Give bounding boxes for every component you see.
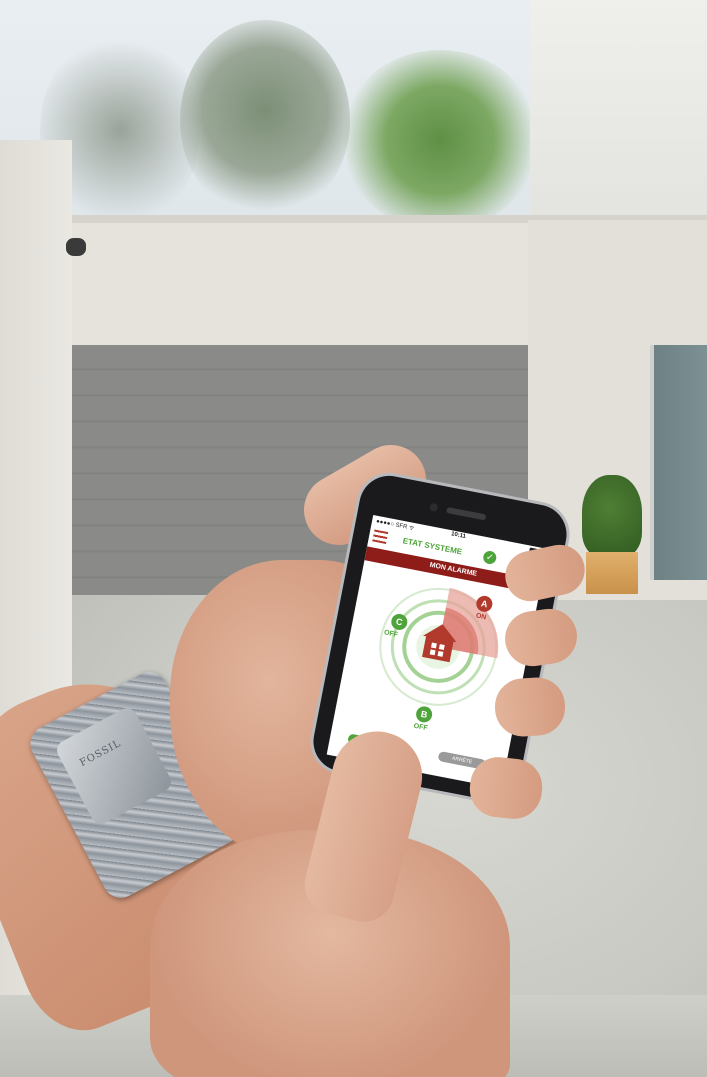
entry-door — [650, 345, 707, 580]
house-upper-wall — [530, 0, 707, 220]
planter-pot — [586, 552, 638, 594]
photo-scene: FOSSIL ●●●●○ SFR ᯤ 10:11 ETAT SYSTEME ✓ … — [0, 0, 707, 1077]
status-time: 10:11 — [450, 531, 467, 541]
tree — [180, 20, 350, 220]
camera-icon — [429, 502, 439, 513]
potted-shrub — [582, 475, 642, 557]
speaker-grille — [445, 506, 487, 521]
wall-lamp — [66, 238, 86, 256]
zone-radar — [379, 587, 499, 706]
menu-icon[interactable] — [372, 529, 389, 544]
check-icon: ✓ — [482, 549, 498, 566]
tree — [340, 50, 540, 230]
zone-b-state: OFF — [413, 722, 429, 733]
